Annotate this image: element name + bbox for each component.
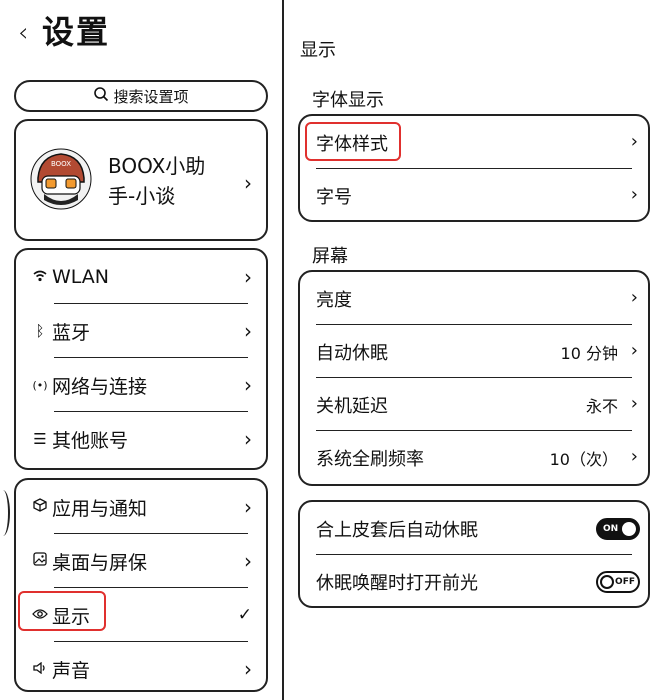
search-label: 搜索设置项: [113, 87, 189, 106]
settings-sidebar: ‹ 设置 搜索设置项 BOOX BOOX小助 手-小谈 › WLAN › ᛒ 蓝…: [0, 0, 282, 700]
wake-frontlight-item: 休眠唤醒时打开前光 OFF: [300, 555, 648, 608]
brightness-item[interactable]: 亮度 ›: [300, 272, 648, 325]
chevron-right-icon: ›: [244, 171, 252, 195]
system-group: 应用与通知 › 桌面与屏保 › 显示 ✓ 声音 ›: [14, 478, 268, 692]
sidebar-item-sound[interactable]: 声音 ›: [16, 642, 266, 696]
cover-sleep-toggle[interactable]: ON: [596, 517, 640, 540]
edge-scroll-indicator: [0, 490, 10, 536]
accounts-icon: ☰: [33, 430, 47, 448]
page-title: 设置: [42, 13, 111, 51]
chevron-right-icon: ›: [630, 446, 638, 467]
chevron-right-icon: ›: [630, 131, 638, 152]
refresh-frequency-item[interactable]: 系统全刷频率 10（次） ›: [300, 431, 648, 484]
svg-text:BOOX: BOOX: [51, 160, 71, 168]
highlight-box: [305, 122, 401, 161]
font-size-item[interactable]: 字号 ›: [300, 169, 648, 222]
sidebar-item-network[interactable]: (•) 网络与连接 ›: [16, 358, 266, 412]
chevron-right-icon: ›: [630, 340, 638, 361]
connectivity-group: WLAN › ᛒ 蓝牙 › (•) 网络与连接 › ☰ 其他账号 ›: [14, 248, 268, 470]
font-section-title: 字体显示: [312, 90, 384, 111]
shutdown-delay-item[interactable]: 关机延迟 永不 ›: [300, 378, 648, 431]
highlight-box: [18, 591, 106, 631]
chevron-right-icon: ›: [244, 495, 252, 519]
pane-title: 显示: [300, 40, 336, 61]
speaker-icon: [30, 660, 50, 678]
chevron-right-icon: ›: [630, 287, 638, 308]
toggle-knob: [622, 521, 636, 536]
search-icon: [93, 86, 109, 106]
chevron-right-icon: ›: [244, 265, 252, 289]
sidebar-item-wallpaper[interactable]: 桌面与屏保 ›: [16, 534, 266, 588]
auto-sleep-value: 10 分钟: [560, 343, 618, 363]
chevron-right-icon: ›: [244, 373, 252, 397]
avatar: BOOX: [30, 148, 92, 210]
bluetooth-icon: ᛒ: [35, 322, 45, 340]
wake-frontlight-toggle[interactable]: OFF: [596, 570, 640, 593]
shutdown-delay-value: 永不: [585, 396, 618, 416]
toggle-settings-card: 合上皮套后自动休眠 ON 休眠唤醒时打开前光 OFF: [298, 500, 650, 608]
screen-section-title: 屏幕: [312, 246, 348, 267]
wifi-icon: [30, 268, 50, 286]
display-settings-pane: 显示 字体显示 字体样式 › 字号 › 屏幕 亮度 › 自动休眠 10 分钟 ›…: [284, 0, 664, 700]
sidebar-item-wlan[interactable]: WLAN ›: [16, 250, 266, 304]
chevron-left-icon[interactable]: ‹: [18, 18, 28, 48]
sidebar-item-apps[interactable]: 应用与通知 ›: [16, 480, 266, 534]
auto-sleep-item[interactable]: 自动休眠 10 分钟 ›: [300, 325, 648, 378]
screen-settings-card: 亮度 › 自动休眠 10 分钟 › 关机延迟 永不 › 系统全刷频率 10（次）…: [298, 270, 650, 486]
chevron-right-icon: ›: [244, 549, 252, 573]
toggle-knob: [600, 574, 614, 589]
refresh-frequency-value: 10（次）: [549, 449, 618, 469]
cover-sleep-item: 合上皮套后自动休眠 ON: [300, 502, 648, 555]
checkmark-icon: ✓: [237, 605, 252, 625]
user-name: BOOX小助 手-小谈: [108, 154, 206, 208]
chevron-right-icon: ›: [244, 319, 252, 343]
sidebar-item-bluetooth[interactable]: ᛒ 蓝牙 ›: [16, 304, 266, 358]
sidebar-item-accounts[interactable]: ☰ 其他账号 ›: [16, 412, 266, 466]
user-account-card[interactable]: BOOX BOOX小助 手-小谈 ›: [14, 119, 268, 241]
network-icon: (•): [32, 378, 48, 392]
wallpaper-icon: [30, 552, 50, 570]
chevron-right-icon: ›: [630, 184, 638, 205]
chevron-right-icon: ›: [630, 393, 638, 414]
search-input[interactable]: 搜索设置项: [14, 80, 268, 112]
apps-icon: [30, 498, 50, 516]
chevron-right-icon: ›: [244, 427, 252, 451]
chevron-right-icon: ›: [244, 657, 252, 681]
